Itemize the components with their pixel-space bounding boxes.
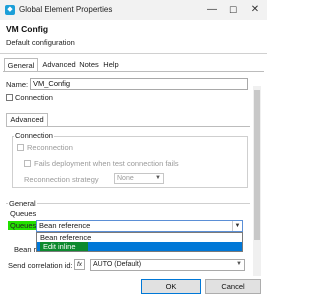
queues-label: Queues [8,221,39,230]
dropdown-option-label: Edit inline [40,242,88,251]
title-bar: ◆ Global Element Properties — ☐ ✕ [0,0,267,20]
dialog-heading: VM Config [6,24,49,34]
connection-checkbox-label: Connection [15,93,53,102]
reconnection-strategy-select[interactable]: None ▼ [114,173,164,184]
name-input[interactable]: VM_Config [30,78,248,90]
dropdown-option-selected[interactable]: Edit inline [37,242,242,251]
connection-checkbox[interactable] [6,94,13,101]
reconnection-label: Reconnection [27,143,73,152]
reconnection-checkbox[interactable] [17,144,24,151]
name-label: Name: [6,80,29,89]
dropdown-option[interactable]: Bean reference [37,233,242,242]
connection-group-title: Connection [14,131,54,140]
bean-label-partial: Bean r [14,245,37,254]
ok-button[interactable]: OK [141,279,201,294]
dialog-description: Default configuration [6,38,75,47]
app-icon: ◆ [5,5,15,15]
fails-deployment-label: Fails deployment when test connection fa… [34,159,179,168]
maximize-icon[interactable]: ☐ [226,3,240,17]
scrollbar[interactable] [253,86,261,276]
minimize-icon[interactable]: — [205,3,219,17]
chevron-down-icon: ▼ [236,261,242,267]
queues-heading: Queues [10,209,37,218]
header-divider [0,53,267,54]
tab-advanced[interactable]: Advanced [39,58,79,71]
chevron-down-icon: ▼ [155,175,161,181]
general-group-title: General [8,199,37,208]
tab-help[interactable]: Help [101,58,121,71]
chevron-down-icon[interactable]: ▼ [232,221,242,231]
send-correlation-label: Send correlation id: [8,261,73,270]
function-icon[interactable]: fx [74,259,85,270]
tab-underline [3,71,264,72]
inner-tab-advanced[interactable]: Advanced [6,113,48,126]
reconnection-strategy-label: Reconnection strategy [24,175,99,184]
scrollbar-thumb[interactable] [254,90,260,240]
window-title: Global Element Properties [19,5,113,14]
inner-tab-underline [6,126,250,127]
fails-deployment-checkbox[interactable] [24,160,31,167]
send-correlation-value: AUTO (Default) [93,261,142,268]
tab-notes[interactable]: Notes [77,58,101,71]
queues-dropdown-list: Bean reference Edit inline [36,232,243,252]
queues-combo-value: Bean reference [39,221,91,230]
tab-general[interactable]: General [4,58,38,71]
global-element-properties-dialog: ◆ Global Element Properties — ☐ ✕ VM Con… [0,0,267,300]
send-correlation-select[interactable]: AUTO (Default) ▼ [90,259,245,271]
reconnection-strategy-value: None [117,175,134,182]
cancel-button[interactable]: Cancel [205,279,261,294]
close-icon[interactable]: ✕ [248,3,262,17]
queues-combo[interactable]: Bean reference ▼ [36,220,243,232]
